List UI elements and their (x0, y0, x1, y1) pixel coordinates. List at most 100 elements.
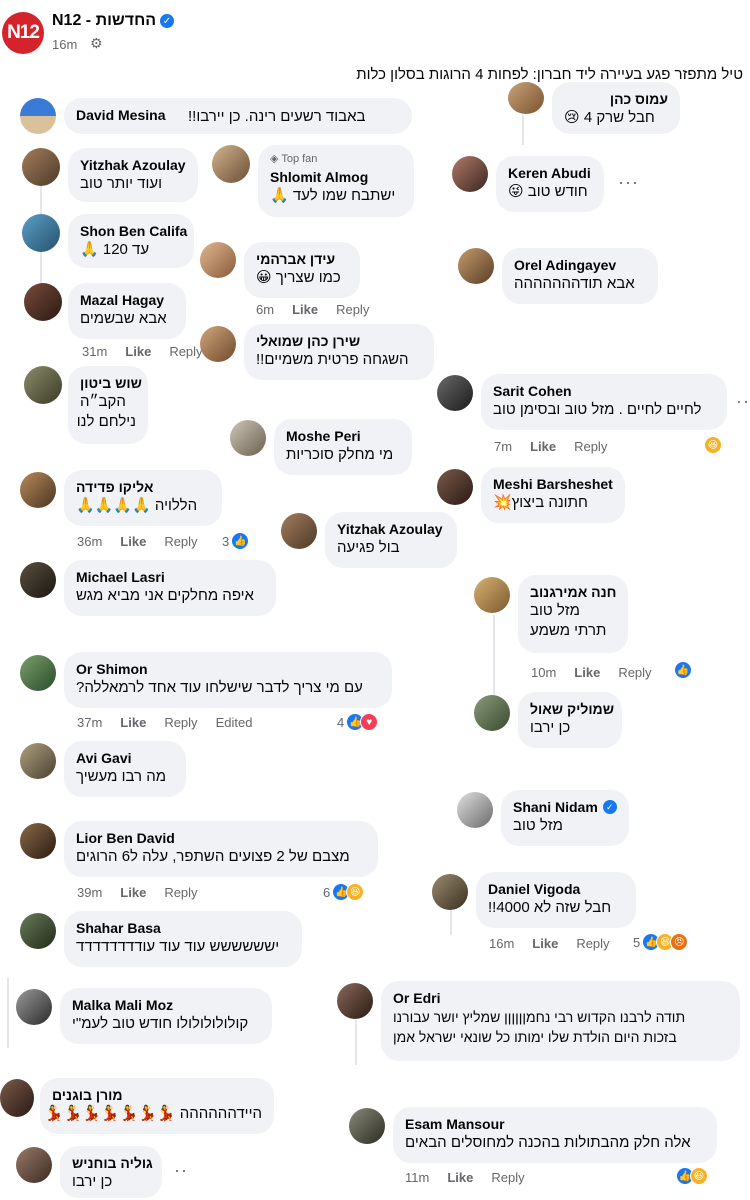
comment-author[interactable]: גוליה בוחניש (72, 1154, 153, 1172)
avatar[interactable] (457, 792, 493, 828)
comment-author[interactable]: שמוליק שאול (530, 700, 614, 718)
comment-author[interactable]: Orel Adingayev (514, 256, 646, 274)
page-name[interactable]: N12 - החדשות (52, 12, 156, 30)
comment-author[interactable]: עידן אברהמי (256, 250, 348, 268)
comment-author[interactable]: Or Edri (393, 989, 728, 1007)
comment-author[interactable]: מורן בוגנים (52, 1086, 262, 1104)
comment-author[interactable]: Daniel Vigoda (488, 880, 624, 898)
reply-button[interactable]: Reply (164, 885, 197, 900)
avatar[interactable] (452, 156, 488, 192)
reply-button[interactable]: Reply (164, 534, 197, 549)
comment-author[interactable]: Meshi Barsheshet (493, 475, 613, 493)
comment-author[interactable]: עמוס כהן (564, 90, 668, 108)
comment-author[interactable]: Avi Gavi (76, 749, 174, 767)
like-button[interactable]: Like (120, 534, 146, 549)
comment-time[interactable]: 37m (77, 715, 102, 730)
comment-time[interactable]: 7m (494, 439, 512, 454)
comment-time[interactable]: 10m (531, 665, 556, 680)
comment-author-name[interactable]: Shani Nidam (513, 798, 598, 816)
reaction-summary[interactable]: 5 👍 😆 😠 (633, 933, 689, 951)
avatar[interactable] (20, 823, 56, 859)
comment-author[interactable]: Mazal Hagay (80, 291, 174, 309)
comment-author[interactable]: Yitzhak Azoulay (80, 156, 186, 174)
comment-author[interactable]: Keren Abudi (508, 164, 592, 182)
gear-icon[interactable]: ⚙ (90, 35, 103, 52)
comment-time[interactable]: 36m (77, 534, 102, 549)
comment-author[interactable]: David Mesina (76, 106, 165, 124)
avatar[interactable] (474, 577, 510, 613)
reply-button[interactable]: Reply (491, 1170, 524, 1185)
like-button[interactable]: Like (120, 885, 146, 900)
avatar[interactable] (458, 248, 494, 284)
avatar[interactable] (437, 375, 473, 411)
avatar[interactable] (437, 469, 473, 505)
avatar[interactable] (200, 326, 236, 362)
more-options-icon[interactable]: ··· (618, 172, 639, 193)
like-button[interactable]: Like (292, 302, 318, 317)
reaction-summary[interactable]: 3 👍 (222, 532, 250, 550)
like-button[interactable]: Like (447, 1170, 473, 1185)
comment-author[interactable]: חנה אמירגנוב (530, 583, 616, 601)
like-button[interactable]: Like (530, 439, 556, 454)
avatar[interactable] (230, 420, 266, 456)
comment-time[interactable]: 11m (405, 1170, 429, 1185)
comment-author[interactable]: Sarit Cohen (493, 382, 715, 400)
avatar[interactable] (508, 82, 544, 114)
comment-author[interactable]: Malka Mali Moz (72, 996, 260, 1014)
avatar[interactable] (20, 913, 56, 949)
comment-author[interactable]: Lior Ben David (76, 829, 366, 847)
avatar[interactable] (20, 562, 56, 598)
like-button[interactable]: Like (125, 344, 151, 359)
comment-author[interactable]: Shon Ben Califa (80, 222, 187, 240)
comment-author[interactable]: שוש ביטון (80, 374, 142, 392)
avatar[interactable] (20, 472, 56, 508)
comment-time[interactable]: 6m (256, 302, 274, 317)
avatar[interactable] (474, 695, 510, 731)
avatar[interactable] (349, 1108, 385, 1144)
post-time[interactable]: 16m (52, 37, 77, 52)
reaction-summary[interactable]: 6 👍 😆 (323, 883, 365, 901)
avatar[interactable] (20, 655, 56, 691)
reaction-summary[interactable]: 👍 😆 (676, 1167, 708, 1185)
comment-author[interactable]: אליקו פדידה (76, 478, 210, 496)
like-button[interactable]: Like (532, 936, 558, 951)
avatar[interactable] (20, 743, 56, 779)
avatar[interactable] (16, 989, 52, 1025)
like-button[interactable]: Like (574, 665, 600, 680)
avatar[interactable] (212, 145, 250, 183)
comment-author[interactable]: Shani Nidam ✓ (513, 798, 617, 816)
comment-author[interactable]: Esam Mansour (405, 1115, 705, 1133)
reply-button[interactable]: Reply (164, 715, 197, 730)
comment-author[interactable]: Or Shimon (76, 660, 380, 678)
more-options-icon[interactable]: ·· (174, 1160, 188, 1181)
comment-author[interactable]: Moshe Peri (286, 427, 400, 445)
reaction-summary[interactable]: 👍 (674, 661, 692, 679)
avatar[interactable] (20, 98, 56, 134)
reply-button[interactable]: Reply (576, 936, 609, 951)
comment-time[interactable]: 31m (82, 344, 107, 359)
avatar[interactable] (337, 983, 373, 1019)
avatar[interactable] (432, 874, 468, 910)
comment-author[interactable]: שירן כהן שמואלי (256, 332, 422, 350)
avatar[interactable] (22, 148, 60, 186)
comment-author[interactable]: Yitzhak Azoulay (337, 520, 445, 538)
reply-button[interactable]: Reply (618, 665, 651, 680)
comment-author[interactable]: Shlomit Almog (270, 168, 402, 186)
reply-button[interactable]: Reply (574, 439, 607, 454)
avatar[interactable] (24, 366, 62, 404)
comment-time[interactable]: 16m (489, 936, 514, 951)
comment-author[interactable]: Shahar Basa (76, 919, 290, 937)
reaction-summary[interactable]: 😆 (704, 436, 722, 454)
comment-author[interactable]: Michael Lasri (76, 568, 264, 586)
avatar[interactable] (0, 1079, 34, 1117)
avatar[interactable] (22, 214, 60, 252)
avatar[interactable] (24, 283, 62, 321)
avatar[interactable] (281, 513, 317, 549)
reply-button[interactable]: Reply (169, 344, 202, 359)
page-avatar[interactable]: N12 (2, 12, 44, 54)
reaction-summary[interactable]: 4 👍 ♥ (337, 713, 379, 731)
avatar[interactable] (16, 1147, 52, 1183)
reply-button[interactable]: Reply (336, 302, 369, 317)
more-options-icon[interactable]: ·· (736, 391, 750, 412)
comment-time[interactable]: 39m (77, 885, 102, 900)
